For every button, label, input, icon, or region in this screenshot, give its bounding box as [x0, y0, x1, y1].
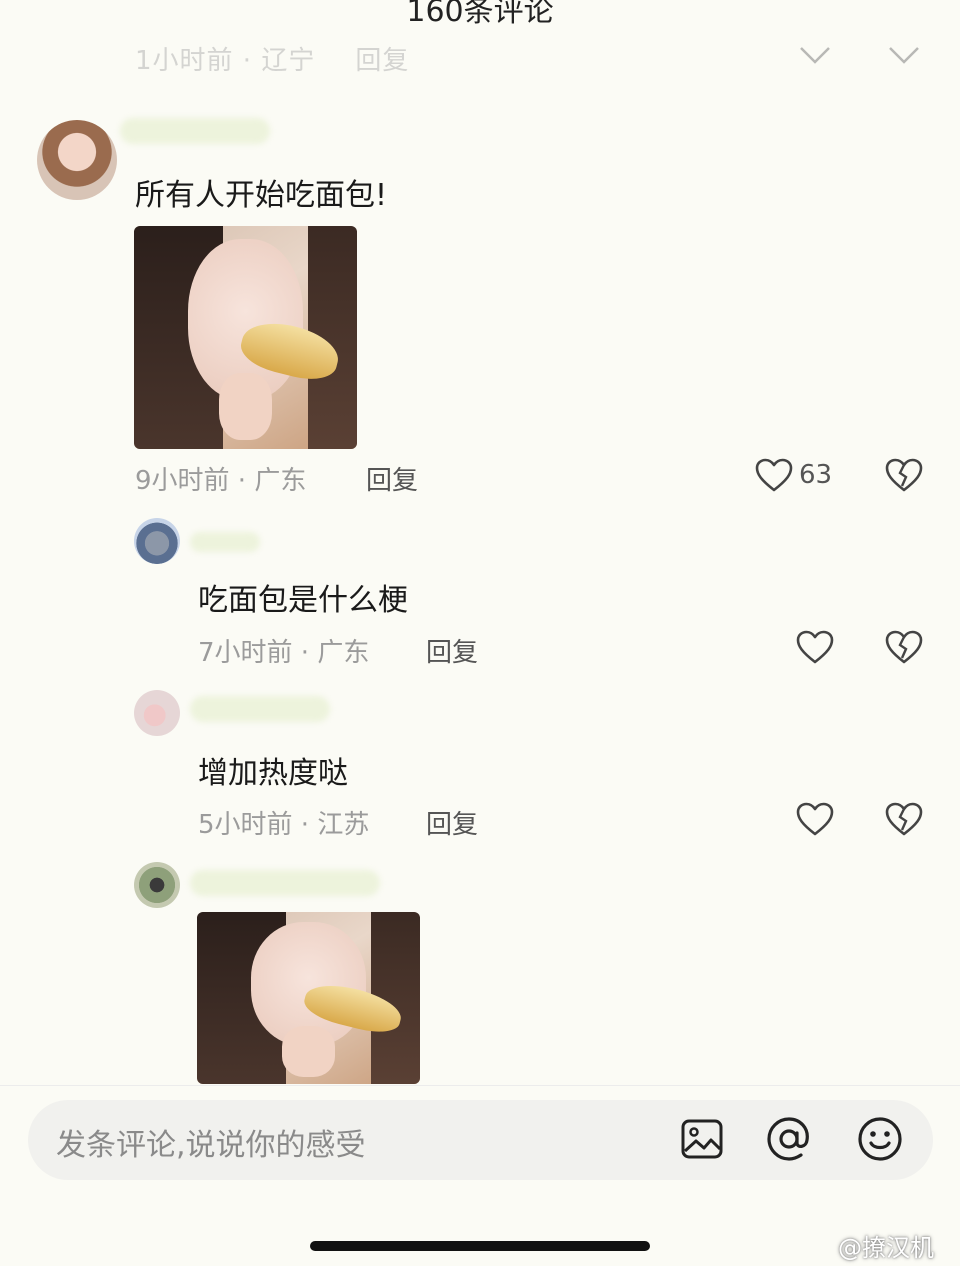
divider: [0, 1085, 960, 1086]
emoji-icon[interactable]: [857, 1116, 903, 1162]
reply-avatar[interactable]: [134, 690, 180, 736]
previous-broken-heart-icon[interactable]: [886, 40, 922, 70]
home-indicator: [310, 1241, 650, 1251]
watermark: @撩汉机: [838, 1234, 934, 1262]
reply-image[interactable]: [197, 912, 420, 1084]
reply-username-blurred[interactable]: [190, 870, 380, 896]
like-count: 63: [799, 460, 833, 490]
reply-text: 吃面包是什么梗: [198, 583, 408, 618]
reply-username-blurred[interactable]: [190, 532, 260, 552]
image-icon[interactable]: [680, 1118, 724, 1160]
reply-time-location: 5小时前 · 江苏: [198, 810, 370, 840]
comment-count-title: 160条评论: [406, 0, 554, 29]
heart-icon[interactable]: [796, 802, 834, 838]
reply-username-blurred[interactable]: [190, 696, 330, 722]
reply-text: 增加热度哒: [198, 756, 348, 791]
comment-text: 所有人开始吃面包!: [135, 178, 388, 213]
avatar[interactable]: [37, 120, 117, 200]
heart-icon[interactable]: [796, 630, 834, 666]
username-blurred[interactable]: [120, 118, 270, 144]
reply-avatar[interactable]: [134, 518, 180, 564]
reply-button[interactable]: 回复: [426, 804, 478, 841]
at-icon[interactable]: [766, 1116, 812, 1162]
reply-time-location: 7小时前 · 广东: [198, 638, 370, 668]
previous-heart-icon[interactable]: [797, 40, 833, 70]
heart-icon[interactable]: [755, 458, 793, 494]
broken-heart-icon[interactable]: [885, 458, 923, 494]
reply-avatar[interactable]: [134, 862, 180, 908]
comment-image[interactable]: [134, 226, 357, 449]
comment-input-placeholder[interactable]: 发条评论,说说你的感受: [56, 1120, 366, 1164]
reply-button[interactable]: 回复: [426, 632, 478, 669]
broken-heart-icon[interactable]: [885, 630, 923, 666]
reply-button[interactable]: 回复: [366, 460, 418, 497]
comment-time-location: 9小时前 · 广东: [135, 466, 307, 496]
previous-comment-meta: 1小时前 · 辽宁 回复: [135, 46, 410, 76]
broken-heart-icon[interactable]: [885, 802, 923, 838]
